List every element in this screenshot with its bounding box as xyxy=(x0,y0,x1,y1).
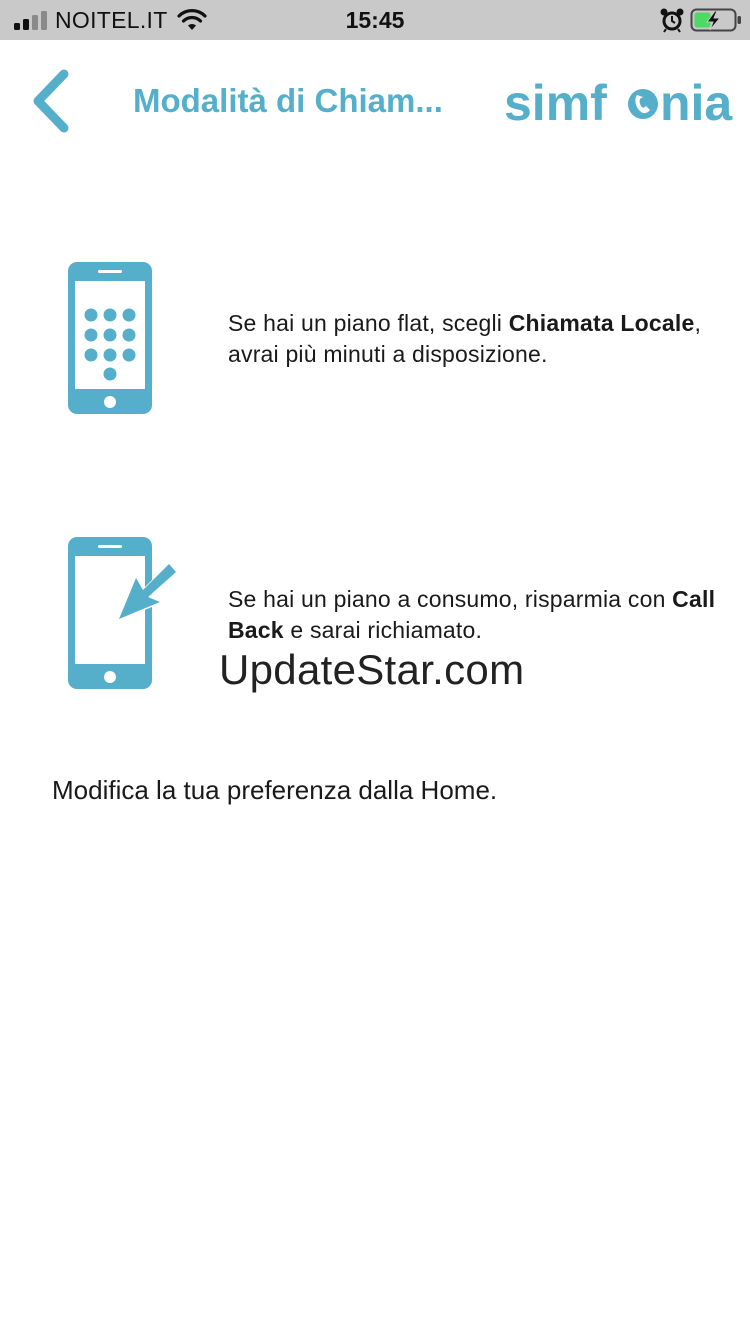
phone-callback-icon xyxy=(68,537,181,689)
status-time: 15:45 xyxy=(345,7,405,33)
phone-keypad-icon xyxy=(68,262,152,414)
option-callback-text: Se hai un piano a consumo, risparmia con… xyxy=(228,586,716,643)
status-bar: NOITEL.IT 15:45 xyxy=(0,0,750,40)
nav-header: Modalità di Chiam... simf nia xyxy=(0,40,750,160)
logo-text-right: nia xyxy=(660,75,733,130)
preference-hint: Modifica la tua preferenza dalla Home. xyxy=(52,775,498,805)
watermark-text: UpdateStar.com xyxy=(219,646,525,693)
simfonia-logo: simf nia xyxy=(504,75,733,130)
chevron-left-icon xyxy=(33,69,69,133)
option-local-call-text: Se hai un piano flat, scegli Chiamata Lo… xyxy=(228,310,702,367)
logo-text-left: simf xyxy=(504,75,607,130)
alarm-icon xyxy=(660,8,684,33)
page-title: Modalità di Chiam... xyxy=(133,82,443,119)
battery-charging-icon xyxy=(690,8,741,32)
back-button[interactable] xyxy=(26,68,76,134)
